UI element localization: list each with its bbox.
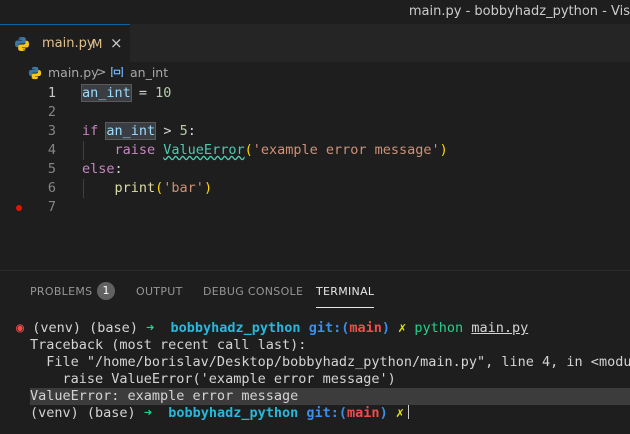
code-editor[interactable]: 1 an_int = 10 2 3 if an_int > 5: 4 raise Valu… <box>0 84 630 270</box>
variable-symbol-icon <box>110 65 124 82</box>
terminal-line: Traceback (most recent call last): <box>30 337 307 353</box>
code-token: ) <box>439 142 448 158</box>
tab-terminal[interactable]: TERMINAL <box>316 285 375 308</box>
terminal-line: raise ValueError('example error message'… <box>30 371 396 387</box>
code-text: print('bar') <box>82 179 213 198</box>
terminal-line: File "/home/borislav/Desktop/bobbyhadz_p… <box>30 354 630 370</box>
terminal-line: (venv) (base) ➜ bobbyhadz_python git:(ma… <box>30 405 409 422</box>
tab-debug-console[interactable]: DEBUG CONSOLE <box>203 285 303 298</box>
title-bar: main.py - bobbyhadz_python - Vis <box>0 0 630 24</box>
git-label: git:( <box>306 405 348 421</box>
code-text: raise ValueError('example error message'… <box>82 141 448 160</box>
code-token: 'example error message' <box>252 142 440 158</box>
code-token: 'bar' <box>163 180 204 196</box>
code-token: raise <box>114 142 156 158</box>
venv-label: (venv) (base) <box>30 405 136 421</box>
line-number: 1 <box>47 85 56 101</box>
line-number: 7 <box>47 199 56 215</box>
dirty-icon: ✗ <box>395 405 404 421</box>
line-number: 4 <box>47 142 56 158</box>
line-number: 5 <box>47 161 56 177</box>
code-line[interactable]: 3 if an_int > 5: <box>0 122 630 141</box>
code-token: > <box>155 123 180 139</box>
code-token: ValueError <box>163 142 245 158</box>
line-number: 3 <box>47 123 56 139</box>
branch-label: main <box>347 405 380 421</box>
modified-indicator: M <box>92 37 103 51</box>
git-label-end: ) <box>379 405 388 421</box>
breadcrumb-file[interactable]: main.py <box>48 65 99 80</box>
code-text: if an_int > 5: <box>82 122 196 141</box>
git-label: git:( <box>308 320 350 336</box>
code-line[interactable]: 7 <box>0 198 630 217</box>
tab-problems[interactable]: PROBLEMS <box>30 285 92 298</box>
terminal-line: ◉ (venv) (base) ➜ bobbyhadz_python git:(… <box>16 320 528 337</box>
line-number: 2 <box>47 104 56 120</box>
code-token: : <box>187 123 196 139</box>
code-token: an_int <box>105 122 157 140</box>
problems-count-badge: 1 <box>97 282 115 300</box>
code-text: an_int = 10 <box>81 84 172 103</box>
branch-label: main <box>349 320 382 336</box>
tab-label: main.py <box>42 36 95 51</box>
python-file-icon <box>28 66 42 83</box>
dirty-icon: ✗ <box>398 320 407 336</box>
breakpoint-dot-icon[interactable] <box>16 205 22 211</box>
arrow-icon: ➜ <box>143 405 152 421</box>
code-token: 5 <box>179 123 188 139</box>
python-file-icon <box>14 36 30 56</box>
code-token: ) <box>203 180 213 196</box>
code-token: : <box>114 161 123 177</box>
line-number: 6 <box>47 180 56 196</box>
editor-tab-bar: main.py M × <box>0 24 630 62</box>
code-line[interactable]: 6 print('bar') <box>0 179 630 198</box>
breadcrumb-symbol[interactable]: an_int <box>130 65 168 80</box>
code-line[interactable]: 5 else: <box>0 160 630 179</box>
window-title: main.py - bobbyhadz_python - Vis <box>408 4 630 19</box>
code-line[interactable]: 4 raise ValueError('example error messag… <box>0 141 630 160</box>
chevron-right-icon: > <box>96 64 107 79</box>
git-label-end: ) <box>381 320 390 336</box>
code-token: an_int <box>81 84 132 102</box>
command-arg: main.py <box>471 320 529 336</box>
panel-tabs: PROBLEMS 1 OUTPUT DEBUG CONSOLE TERMINAL <box>0 271 630 313</box>
code-text: else: <box>82 160 123 179</box>
cwd-label: bobbyhadz_python <box>170 320 301 336</box>
code-token: = <box>130 85 156 101</box>
arrow-icon: ➜ <box>146 320 155 336</box>
tab-main-py[interactable]: main.py M × <box>0 24 130 62</box>
code-token: else <box>82 161 115 177</box>
command: python <box>414 320 464 336</box>
venv-label: (venv) (base) <box>32 320 138 336</box>
code-token: if <box>82 123 99 139</box>
tab-output[interactable]: OUTPUT <box>136 285 183 298</box>
close-icon[interactable]: × <box>110 34 123 52</box>
code-line[interactable]: 2 <box>0 103 630 122</box>
cwd-label: bobbyhadz_python <box>168 405 299 421</box>
terminal-error-line: ValueError: example error message <box>30 388 630 405</box>
breadcrumb: main.py > an_int <box>0 62 630 84</box>
code-line[interactable]: 1 an_int = 10 <box>0 84 630 103</box>
error-dot-icon: ◉ <box>16 320 25 336</box>
code-token: ( <box>244 142 253 158</box>
code-token: 10 <box>155 85 172 101</box>
code-token: print <box>114 180 156 196</box>
bottom-panel: PROBLEMS 1 OUTPUT DEBUG CONSOLE TERMINAL… <box>0 270 630 434</box>
terminal-cursor <box>407 405 409 419</box>
